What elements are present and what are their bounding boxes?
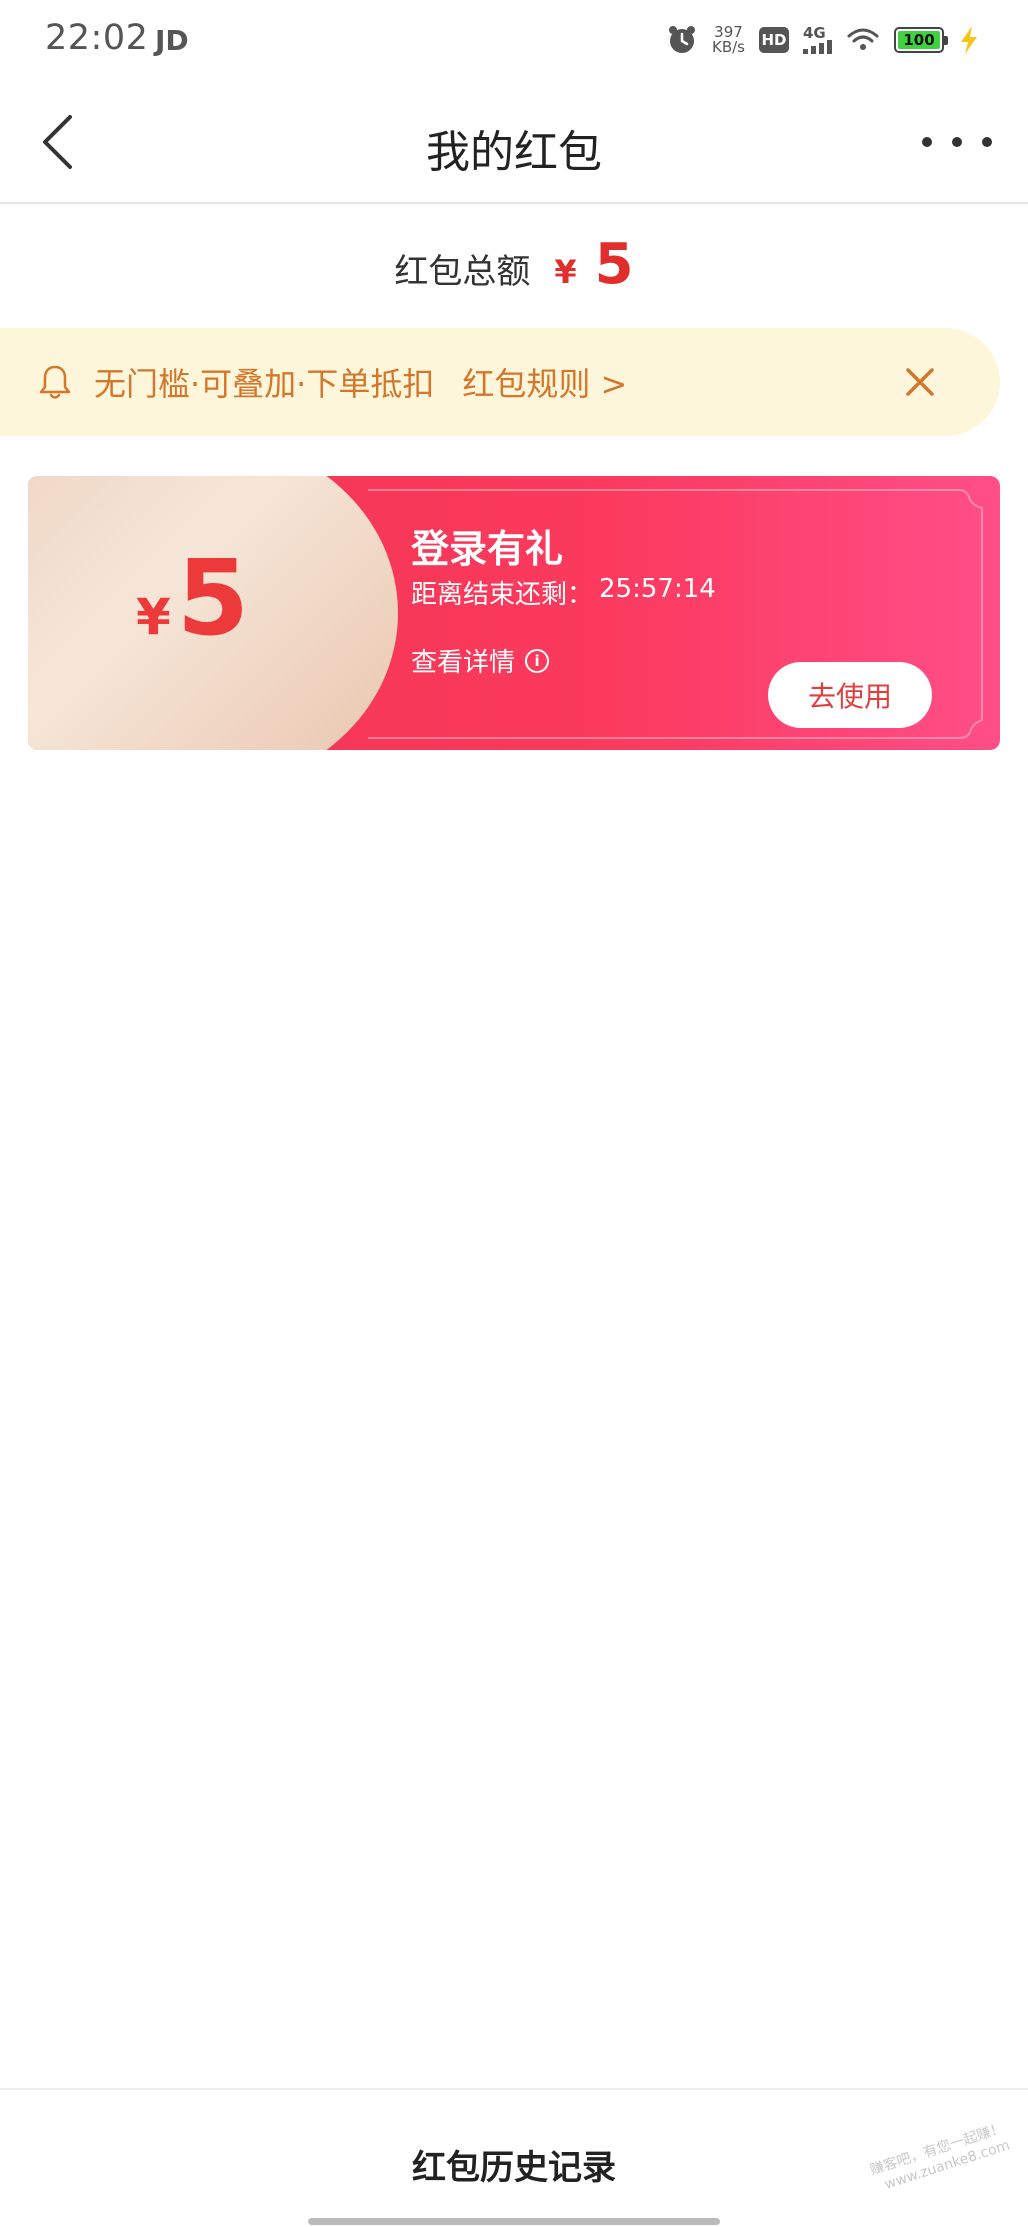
page-title: 我的红包 (426, 127, 602, 178)
use-button[interactable]: 去使用 (768, 662, 932, 728)
rules-link[interactable]: 红包规则 > (462, 359, 627, 405)
coupon-value: ¥ 5 (136, 546, 249, 650)
status-time: 22:02 (45, 18, 149, 58)
total-currency: ¥ (554, 253, 577, 291)
hd-icon: HD (759, 27, 789, 53)
bottom-bar: 红包历史记录 赚客吧，有您一起赚！ www.zuanke8.com (0, 2088, 1028, 2227)
close-icon[interactable] (900, 362, 940, 402)
coupon-title: 登录有礼 (411, 527, 564, 571)
more-dot-icon (922, 137, 932, 147)
status-bar: 22:02 JD 397 KB/s HD 4G 100 (0, 0, 1028, 80)
status-icons: 397 KB/s HD 4G 100 (666, 20, 980, 60)
network-type: 4G (803, 24, 826, 42)
battery-icon: 100 (894, 27, 948, 53)
coupon-card[interactable]: ¥ 5 登录有礼 距离结束还剩： 25:57:14 查看详情 i 去使用 (28, 476, 1000, 750)
coupon-currency: ¥ (136, 588, 171, 646)
network-speed-unit: KB/s (712, 38, 745, 56)
bell-icon (39, 365, 71, 399)
cellular-signal-icon: 4G (803, 26, 832, 54)
more-dot-icon (982, 137, 992, 147)
signal-bars (803, 40, 832, 54)
home-indicator[interactable] (308, 2218, 720, 2225)
alarm-icon (669, 26, 695, 53)
page: 22:02 JD 397 KB/s HD 4G 100 我的红包 红包总额 ¥ … (0, 0, 1028, 2227)
view-details-label: 查看详情 (411, 648, 516, 678)
wifi-icon (847, 28, 879, 50)
nav-header: 我的红包 (0, 80, 1028, 204)
total-amount: 5 (594, 232, 634, 297)
more-dot-icon (952, 137, 962, 147)
coupon-countdown: 距离结束还剩： 25:57:14 (411, 574, 716, 611)
more-options-button[interactable] (922, 120, 992, 164)
view-details-link[interactable]: 查看详情 i (411, 642, 550, 679)
total-label: 红包总额 (394, 252, 531, 292)
notice-banner: 无门槛·可叠加·下单抵扣 红包规则 > (0, 328, 1000, 436)
info-icon: i (525, 648, 550, 673)
red-packet-total: 红包总额 ¥ 5 (0, 232, 1028, 302)
countdown-label: 距离结束还剩： (411, 580, 594, 610)
coupon-amount: 5 (176, 537, 250, 659)
network-speed: 397 KB/s (712, 25, 745, 55)
countdown-value: 25:57:14 (599, 574, 716, 604)
status-app-label: JD (155, 24, 189, 57)
battery-level: 100 (898, 31, 940, 49)
notice-text: 无门槛·可叠加·下单抵扣 (94, 365, 435, 403)
charging-icon (961, 26, 977, 54)
